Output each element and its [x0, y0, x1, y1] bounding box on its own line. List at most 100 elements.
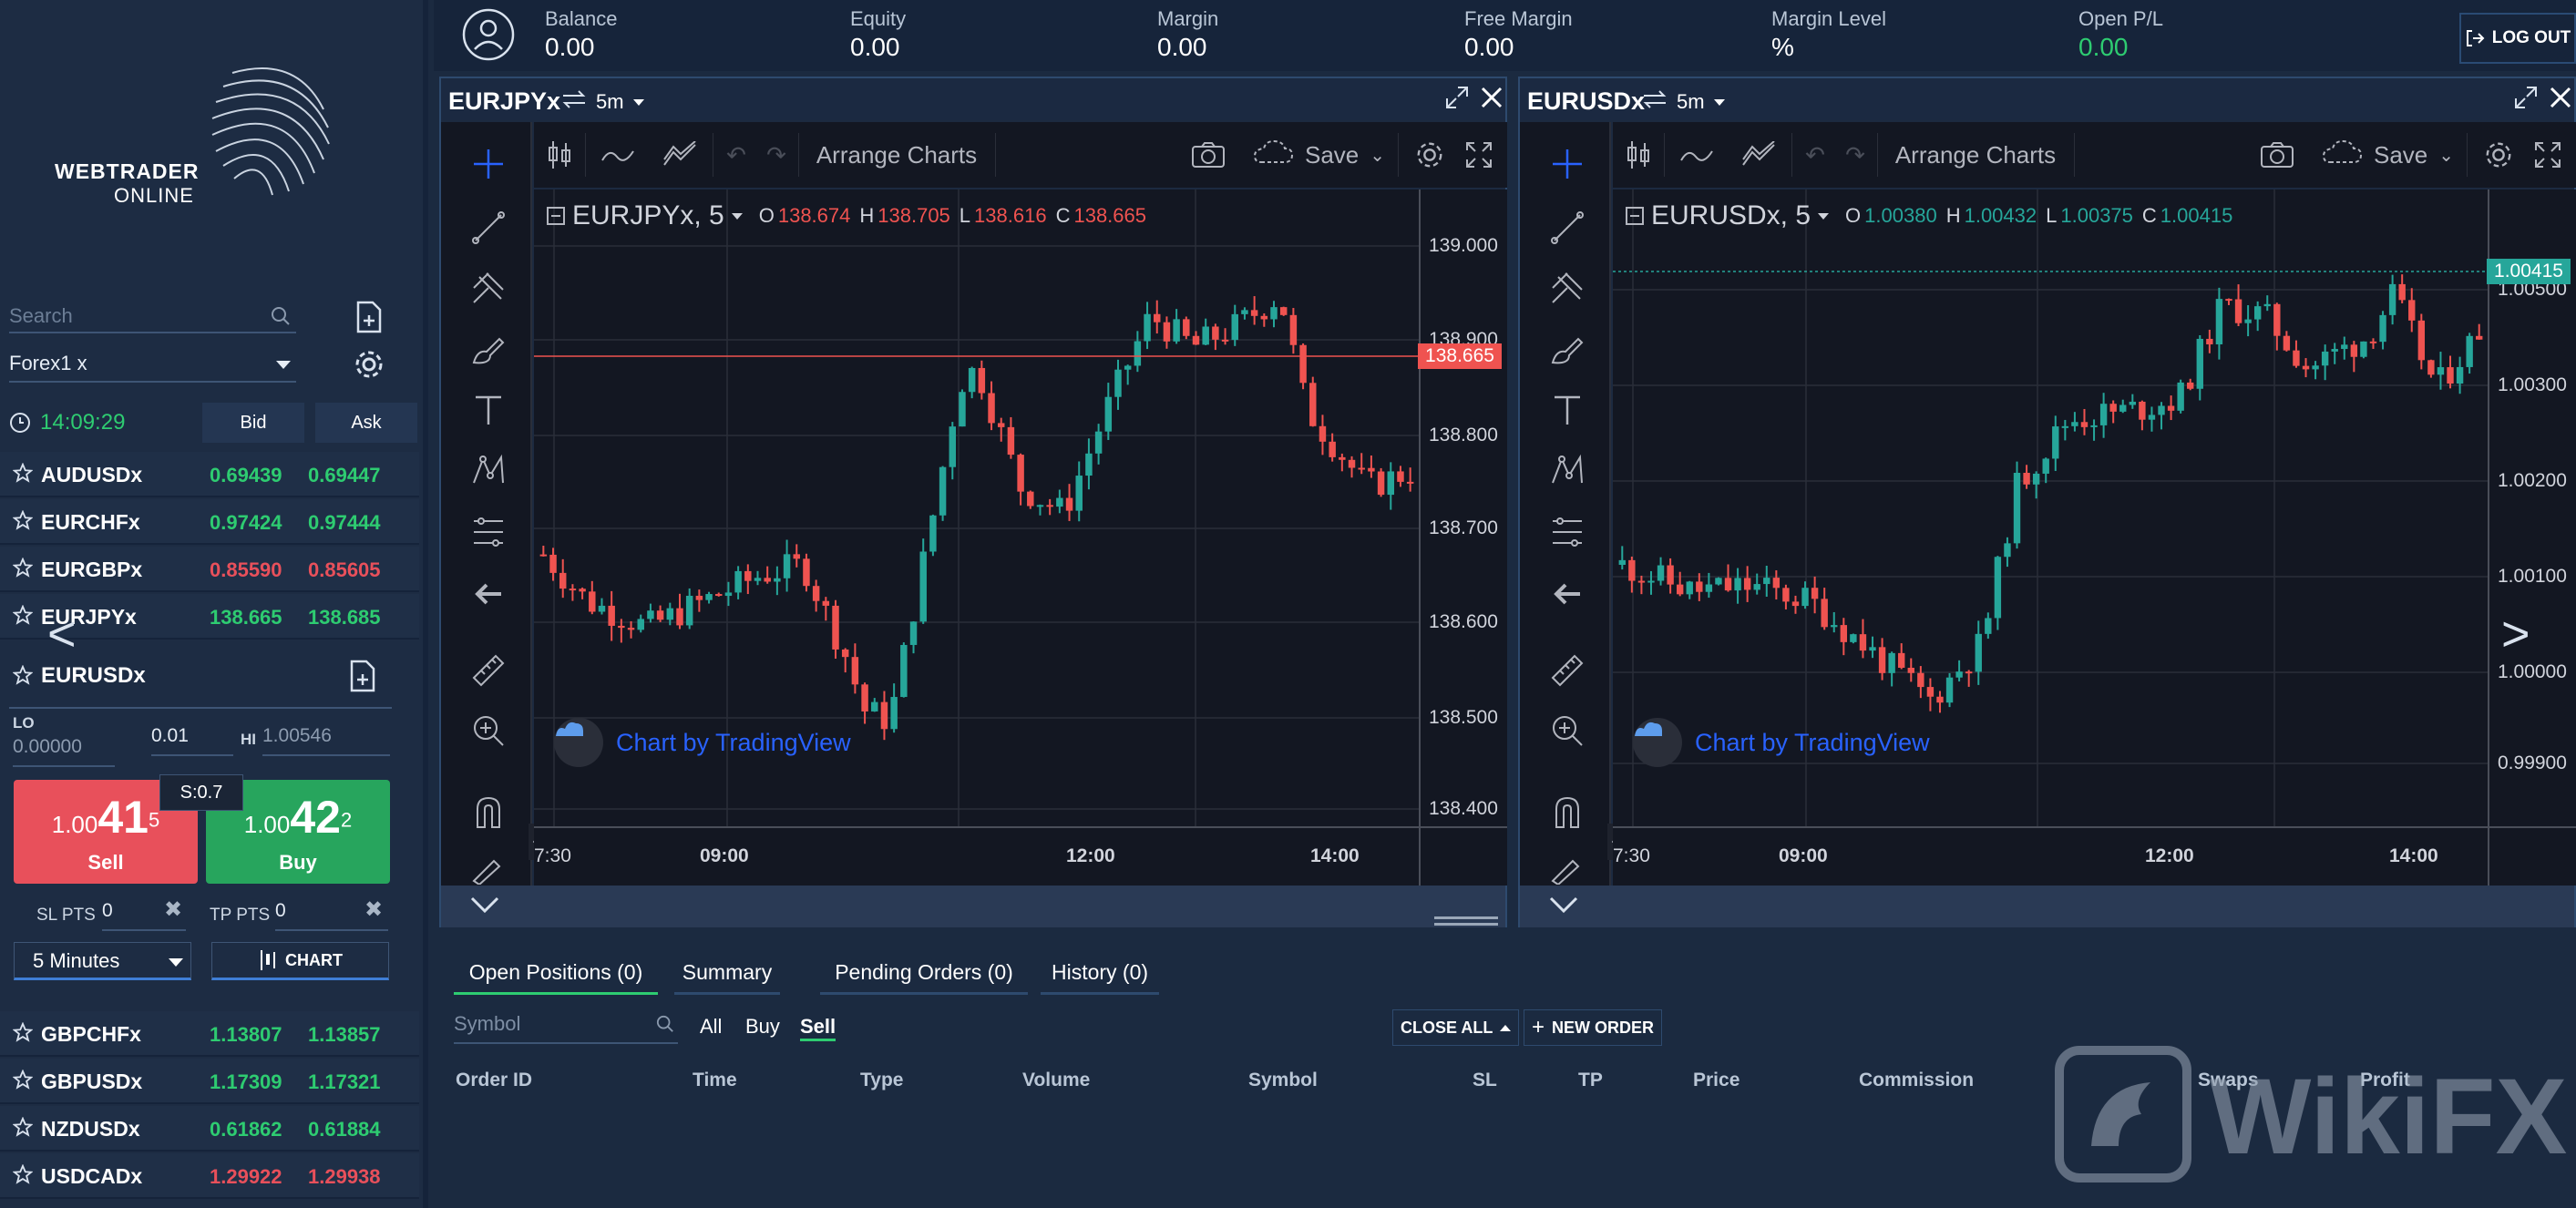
next-arrow-icon[interactable]: > [2501, 606, 2530, 662]
quote-ask[interactable]: 0.69447 [308, 464, 381, 487]
candles-icon[interactable] [534, 122, 585, 188]
star-icon[interactable] [12, 664, 34, 690]
arrange-charts-button[interactable]: Arrange Charts [807, 122, 986, 188]
collapse-legend-icon[interactable] [547, 207, 565, 225]
zoom-in-icon[interactable] [1547, 711, 1587, 751]
camera-icon[interactable] [2250, 122, 2304, 188]
star-icon[interactable] [12, 509, 34, 535]
ruler-icon[interactable] [468, 650, 508, 691]
column-header[interactable]: Commission [1859, 1070, 1974, 1091]
interval-select[interactable]: 5m [1642, 89, 1725, 115]
open-chart-button[interactable]: CHART [211, 942, 389, 980]
positions-tab[interactable]: Pending Orders (0) [820, 953, 1028, 995]
indicators-icon[interactable] [651, 122, 709, 188]
search-icon[interactable] [656, 1015, 674, 1038]
quote-row[interactable]: NZDUSDx 0.61862 0.61884 [0, 1106, 419, 1152]
undo-icon[interactable]: ↶ [1795, 122, 1835, 188]
swap-icon[interactable] [1642, 89, 1668, 115]
quote-bid[interactable]: 0.61862 [210, 1118, 282, 1141]
resize-handle[interactable] [1434, 916, 1498, 929]
quote-ask[interactable]: 138.685 [308, 606, 381, 630]
positions-filter-sell[interactable]: Sell [800, 1015, 836, 1041]
fullscreen-icon[interactable] [2525, 122, 2571, 188]
close-icon[interactable] [2549, 86, 2572, 114]
tradingview-attribution[interactable]: Chart by TradingView [554, 718, 851, 767]
text-tool-icon[interactable] [468, 390, 508, 430]
add-symbol-button[interactable] [351, 299, 387, 335]
star-icon[interactable] [12, 557, 34, 582]
quote-row[interactable]: EURCHFx 0.97424 0.97444 [0, 499, 419, 545]
volume-input[interactable]: 0.01 [151, 725, 233, 756]
brush-icon[interactable] [1547, 330, 1587, 370]
quote-row[interactable]: EURGBPx 0.85590 0.85605 [0, 547, 419, 592]
trendline-icon[interactable] [468, 208, 508, 248]
star-icon[interactable] [12, 1069, 34, 1094]
save-button[interactable]: Save ⌄ [1241, 122, 1396, 188]
quote-bid[interactable]: 138.665 [210, 606, 282, 630]
ask-column-header[interactable]: Ask [315, 403, 417, 443]
quote-bid[interactable]: 0.97424 [210, 511, 282, 535]
new-order-button[interactable]: + NEW ORDER [1524, 1009, 1663, 1046]
column-header[interactable]: Volume [1022, 1070, 1090, 1091]
redo-icon[interactable]: ↷ [756, 122, 796, 188]
fib-retracement-icon[interactable] [468, 512, 508, 552]
star-icon[interactable] [12, 1163, 34, 1189]
quote-bid[interactable]: 1.13807 [210, 1023, 282, 1047]
crosshair-icon[interactable] [468, 144, 508, 184]
interval-select[interactable]: 5m [561, 89, 644, 115]
chevron-down-icon[interactable] [467, 891, 503, 923]
positions-filter-all[interactable]: All [700, 1015, 722, 1039]
expand-icon[interactable] [1445, 86, 1469, 114]
positions-tab[interactable]: Summary [674, 953, 780, 995]
expand-icon[interactable] [2514, 86, 2538, 114]
column-header[interactable]: Time [693, 1070, 737, 1091]
column-header[interactable]: Symbol [1248, 1070, 1318, 1091]
zoom-in-icon[interactable] [468, 711, 508, 751]
pattern-icon[interactable] [468, 450, 508, 490]
back-arrow-icon[interactable] [1547, 574, 1587, 614]
quote-bid[interactable]: 1.17309 [210, 1070, 282, 1094]
pitchfork-icon[interactable] [1547, 268, 1587, 308]
trendline-icon[interactable] [1547, 208, 1587, 248]
close-all-button[interactable]: CLOSE ALL [1392, 1009, 1520, 1046]
quote-row[interactable]: USDCADx 1.29922 1.29938 [0, 1153, 419, 1199]
fullscreen-icon[interactable] [1456, 122, 1502, 188]
chart-plot[interactable]: EURUSDx, 5 O 1.00380 H 1.00432 L 1.00375 C 1.004… [1613, 189, 2576, 960]
logout-button[interactable]: LOG OUT [2459, 13, 2576, 64]
clear-sl-icon[interactable]: ✖ [164, 896, 182, 923]
candles-icon[interactable] [1613, 122, 1664, 188]
symbol-info-button[interactable] [344, 658, 381, 694]
camera-icon[interactable] [1181, 122, 1236, 188]
line-chart-icon[interactable] [585, 122, 651, 188]
gear-icon[interactable] [1407, 122, 1452, 188]
positions-tab[interactable]: Open Positions (0) [454, 953, 658, 995]
clear-tp-icon[interactable]: ✖ [364, 896, 383, 923]
magnet-icon[interactable] [1547, 793, 1587, 833]
brush-icon[interactable] [468, 330, 508, 370]
column-header[interactable]: Price [1693, 1070, 1740, 1091]
redo-icon[interactable]: ↷ [1835, 122, 1875, 188]
search-input[interactable] [9, 301, 264, 332]
star-icon[interactable] [12, 604, 34, 630]
positions-tab[interactable]: History (0) [1041, 953, 1159, 995]
arrange-charts-button[interactable]: Arrange Charts [1886, 122, 2065, 188]
positions-filter-buy[interactable]: Buy [745, 1015, 780, 1039]
save-button[interactable]: Save ⌄ [2310, 122, 2465, 188]
star-icon[interactable] [12, 462, 34, 487]
quote-ask[interactable]: 0.85605 [308, 558, 381, 582]
column-header[interactable]: TP [1578, 1070, 1603, 1091]
line-chart-icon[interactable] [1664, 122, 1729, 188]
chevron-down-icon[interactable] [1545, 891, 1582, 923]
previous-arrow-icon[interactable]: < [47, 606, 77, 662]
column-header[interactable]: SL [1473, 1070, 1497, 1091]
collapse-legend-icon[interactable] [1626, 207, 1644, 225]
undo-icon[interactable]: ↶ [716, 122, 756, 188]
legend-symbol[interactable]: EURJPYx, 5 [572, 200, 724, 231]
ruler-icon[interactable] [1547, 650, 1587, 691]
close-icon[interactable] [1480, 86, 1504, 114]
legend-symbol[interactable]: EURUSDx, 5 [1651, 200, 1811, 231]
quote-ask[interactable]: 0.97444 [308, 511, 381, 535]
back-arrow-icon[interactable] [468, 574, 508, 614]
account-button[interactable] [461, 7, 516, 67]
quote-ask[interactable]: 1.17321 [308, 1070, 381, 1094]
